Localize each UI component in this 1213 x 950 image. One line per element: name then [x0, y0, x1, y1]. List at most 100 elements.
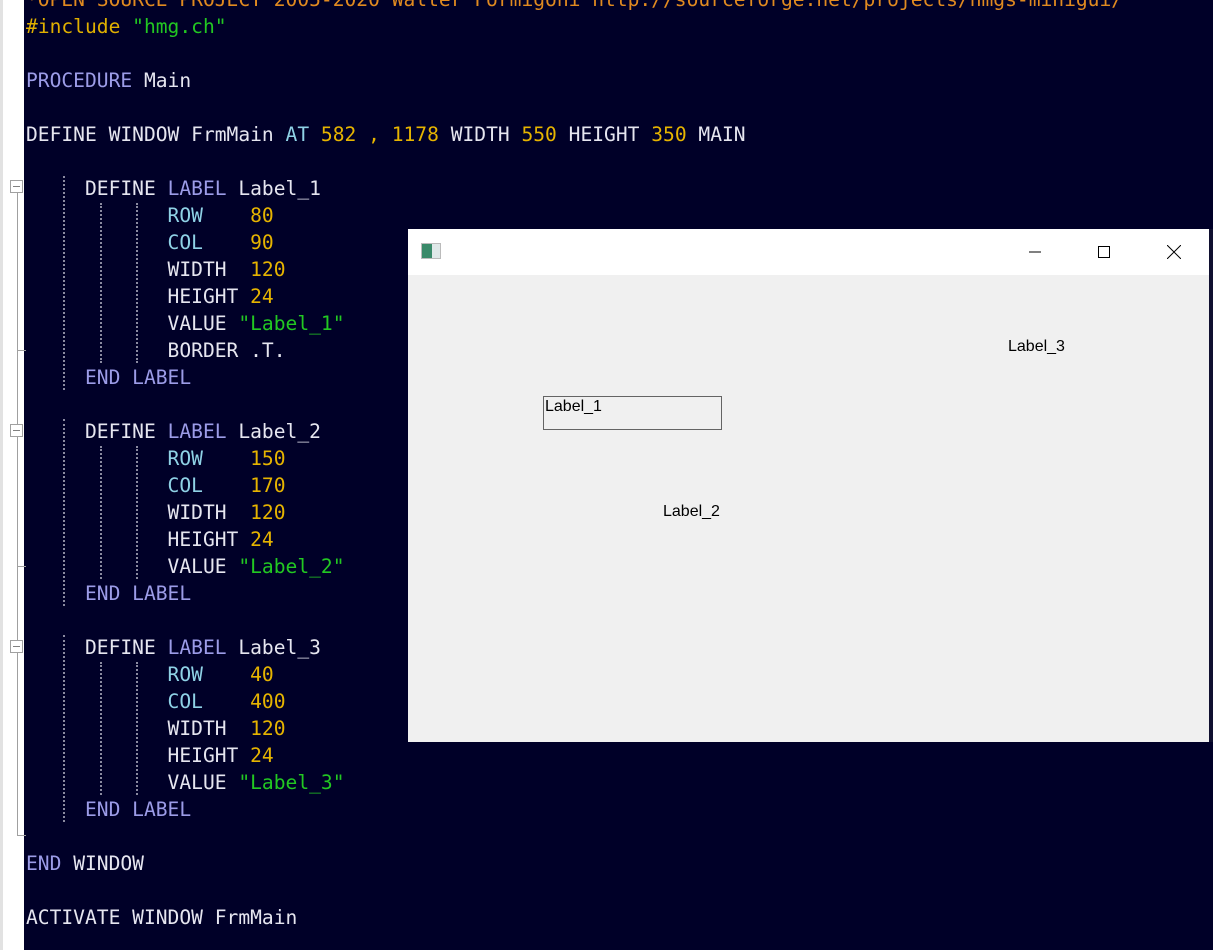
code-token: COL	[26, 690, 251, 713]
code-token: WIDTH	[26, 501, 251, 524]
indent-guide	[136, 446, 138, 579]
close-icon	[1167, 245, 1181, 259]
code-token: Label_1	[238, 177, 321, 200]
label-2: Label_2	[663, 503, 720, 520]
indent-guide	[63, 176, 65, 390]
code-token: 24	[250, 744, 274, 767]
code-token: HEIGHT	[26, 528, 251, 551]
code-token: LABEL	[167, 636, 239, 659]
code-token: VALUE	[26, 771, 239, 794]
fold-end-marker	[17, 835, 26, 836]
code-token: 90	[250, 231, 274, 254]
window-edge	[1209, 229, 1213, 742]
code-token: MAIN	[698, 123, 746, 146]
minimize-icon	[1029, 251, 1041, 253]
code-token: LABEL	[167, 177, 239, 200]
code-line: PROCEDURE Main	[26, 67, 1123, 94]
code-line: *OPEN SOURCE PROJECT 2005-2020 Walter Fo…	[26, 0, 1123, 13]
label-3: Label_3	[1008, 338, 1065, 355]
code-line: HEIGHT 24	[26, 742, 1123, 769]
code-token: DEFINE WINDOW FrmMain	[26, 123, 286, 146]
indent-guide	[136, 662, 138, 795]
code-token: DEFINE	[26, 177, 168, 200]
code-token: LABEL	[167, 420, 239, 443]
code-token: HEIGHT	[568, 123, 652, 146]
code-token: ACTIVATE WINDOW FrmMain	[26, 906, 298, 929]
indent-guide	[100, 662, 102, 795]
code-token: 120	[250, 501, 286, 524]
code-token: Label_3	[238, 636, 321, 659]
fold-line	[17, 180, 18, 835]
window-title-bar[interactable]	[408, 229, 1209, 275]
fold-gutter	[0, 0, 26, 950]
code-token: END LABEL	[26, 366, 192, 389]
code-token: COL	[26, 474, 251, 497]
code-token: 150	[250, 447, 286, 470]
label-1: Label_1	[543, 396, 722, 430]
code-line: VALUE "Label_3"	[26, 769, 1123, 796]
code-token: "Label_1"	[238, 312, 345, 335]
code-token: ROW	[26, 204, 251, 227]
indent-guide	[63, 419, 65, 606]
code-line: END WINDOW	[26, 850, 1123, 877]
code-line: ACTIVATE WINDOW FrmMain	[26, 904, 1123, 931]
code-token: WINDOW	[73, 852, 144, 875]
code-token: COL	[26, 231, 251, 254]
code-line: DEFINE LABEL Label_1	[26, 175, 1123, 202]
maximize-button[interactable]	[1081, 229, 1127, 275]
code-token: 120	[250, 258, 286, 281]
code-token: 550	[521, 123, 569, 146]
code-token: ROW	[26, 663, 251, 686]
code-token: 120	[250, 717, 286, 740]
code-token: 400	[250, 690, 286, 713]
fold-end-marker	[17, 350, 26, 351]
code-token: 80	[250, 204, 274, 227]
code-token: END	[26, 852, 74, 875]
fold-collapse-icon[interactable]	[10, 640, 23, 653]
indent-guide	[63, 635, 65, 822]
code-token: 582 , 1178	[320, 123, 451, 146]
preview-window-frmmain: Label_1 Label_2 Label_3	[408, 229, 1209, 742]
code-token: END LABEL	[26, 798, 192, 821]
code-token: AT	[285, 123, 321, 146]
code-token: "hmg.ch"	[132, 15, 227, 38]
code-token: Label_2	[238, 420, 321, 443]
fold-collapse-icon[interactable]	[10, 424, 23, 437]
indent-guide	[100, 203, 102, 363]
code-token: 170	[250, 474, 286, 497]
code-token: WIDTH	[26, 258, 251, 281]
close-button[interactable]	[1151, 229, 1197, 275]
code-line: ROW 80	[26, 202, 1123, 229]
code-token: ROW	[26, 447, 251, 470]
code-token: END LABEL	[26, 582, 192, 605]
code-token: 350	[651, 123, 699, 146]
code-token: 24	[250, 285, 274, 308]
minimize-button[interactable]	[1012, 229, 1058, 275]
code-token: HEIGHT	[26, 285, 251, 308]
code-token: 40	[250, 663, 274, 686]
code-line: #include "hmg.ch"	[26, 13, 1123, 40]
code-token: DEFINE	[26, 420, 168, 443]
code-token: WIDTH	[26, 717, 251, 740]
code-token: VALUE	[26, 312, 239, 335]
maximize-icon	[1098, 246, 1110, 258]
fold-collapse-icon[interactable]	[10, 180, 23, 193]
code-token: VALUE	[26, 555, 239, 578]
code-token: "Label_2"	[238, 555, 345, 578]
code-token: 24	[250, 528, 274, 551]
indent-guide	[136, 203, 138, 363]
code-token: PROCEDURE	[26, 69, 144, 92]
code-token: Main	[143, 69, 192, 92]
app-icon	[421, 243, 441, 259]
code-token: "Label_3"	[238, 771, 345, 794]
code-token: HEIGHT	[26, 744, 251, 767]
fold-end-marker	[17, 566, 26, 567]
code-line: DEFINE WINDOW FrmMain AT 582 , 1178 WIDT…	[26, 121, 1123, 148]
code-token: *OPEN SOURCE PROJECT 2005-2020 Walter Fo…	[26, 0, 1123, 11]
code-token: #include	[26, 15, 133, 38]
